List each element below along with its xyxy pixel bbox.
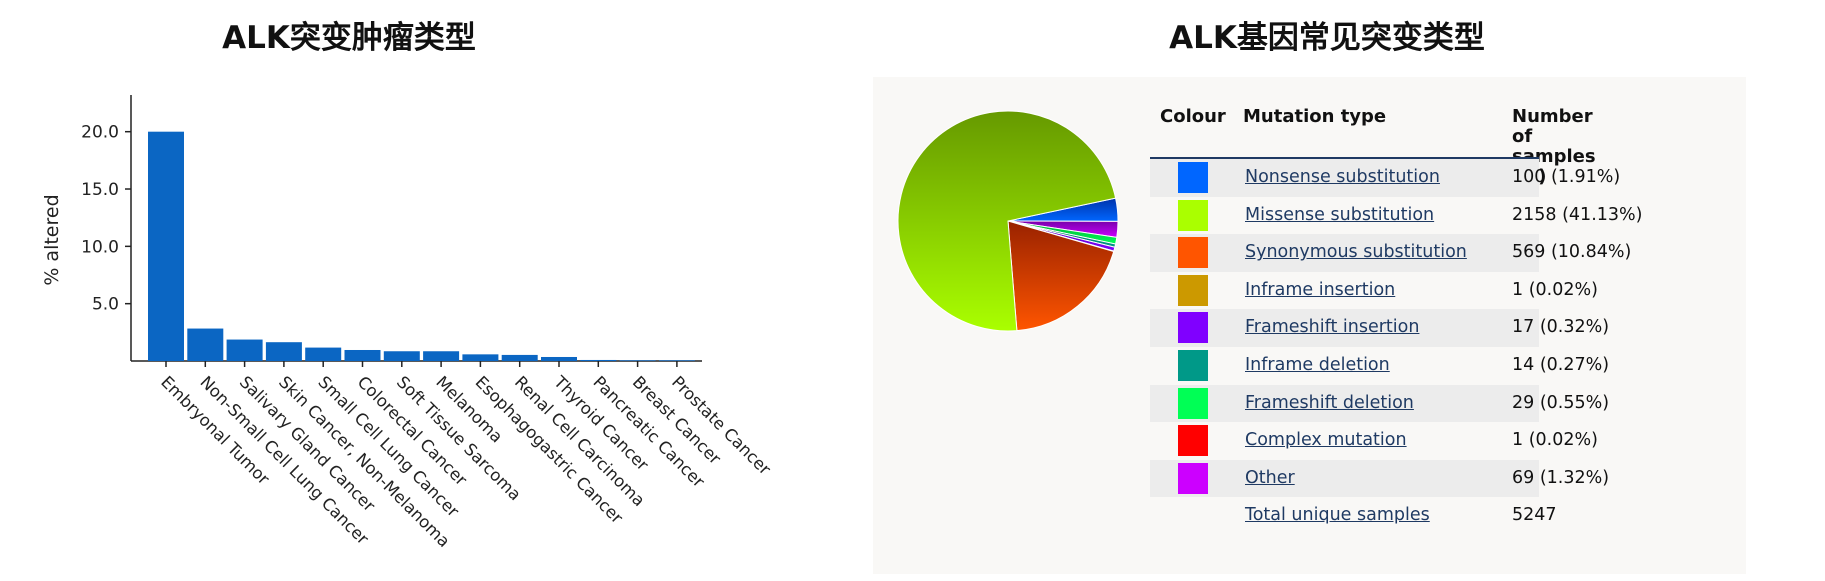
total-row: Total unique samples 5247 bbox=[1150, 497, 1557, 535]
table-row: Frameshift insertion 17 (0.32%) bbox=[1150, 309, 1609, 347]
total-value: 5247 bbox=[1512, 505, 1557, 526]
table-row: Synonymous substitution 569 (10.84%) bbox=[1150, 234, 1631, 272]
sample-count: 29 (0.55%) bbox=[1512, 392, 1610, 413]
colour-swatch bbox=[1178, 312, 1208, 344]
colour-swatch bbox=[1178, 350, 1208, 381]
table-row: Inframe deletion 14 (0.27%) bbox=[1150, 347, 1609, 385]
y-tick-label: 5.0 bbox=[92, 295, 119, 315]
header-mutation-type: Mutation type bbox=[1243, 106, 1387, 127]
sample-count: 1 (0.02%) bbox=[1512, 430, 1598, 451]
mutation-type-link[interactable]: Missense substitution bbox=[1245, 205, 1434, 225]
bar bbox=[580, 359, 617, 361]
colour-swatch bbox=[1178, 425, 1208, 457]
mutation-type-link[interactable]: Other bbox=[1245, 468, 1295, 488]
mutation-type-link[interactable]: Frameshift deletion bbox=[1245, 393, 1414, 413]
header-count-line1: Number of bbox=[1512, 106, 1593, 147]
y-tick-label: 10.0 bbox=[81, 237, 119, 257]
bar-chart: % altered 5.010.015.020.0Embryonal Tumor… bbox=[41, 95, 775, 551]
y-axis-label: % altered bbox=[41, 194, 63, 285]
pie-chart bbox=[897, 110, 1119, 332]
colour-swatch bbox=[1178, 462, 1208, 494]
bar bbox=[226, 339, 263, 361]
bar bbox=[658, 360, 695, 361]
mutation-type-link[interactable]: Frameshift insertion bbox=[1245, 317, 1419, 337]
sample-count: 17 (0.32%) bbox=[1512, 317, 1610, 338]
colour-swatch bbox=[1178, 274, 1208, 306]
bar bbox=[148, 131, 184, 361]
mutation-panel: Colour Mutation type Number ofsamples (%… bbox=[873, 77, 1746, 574]
mutation-type-link[interactable]: Synonymous substitution bbox=[1245, 242, 1467, 262]
sample-count: 100 (1.91%) bbox=[1512, 167, 1621, 187]
bar bbox=[423, 351, 460, 361]
table-row: Complex mutation 1 (0.02%) bbox=[1150, 422, 1598, 460]
colour-swatch bbox=[1178, 387, 1208, 419]
table-row: Other 69 (1.32%) bbox=[1150, 459, 1609, 498]
bar bbox=[619, 360, 656, 361]
figure: ALK突变肿瘤类型 ALK基因常见突变类型 % altered 5.0 10.0 1… bbox=[0, 0, 1825, 581]
bar bbox=[501, 354, 538, 361]
mutation-type-link[interactable]: Inframe insertion bbox=[1245, 280, 1395, 300]
table-row: Missense substitution 2158 (41.13%) bbox=[1150, 197, 1642, 235]
sample-count: 1 (0.02%) bbox=[1512, 279, 1598, 300]
pie-chart-title: ALK基因常见突变类型 bbox=[1169, 20, 1485, 56]
sample-count: 569 (10.84%) bbox=[1512, 242, 1632, 263]
total-unique-samples-link[interactable]: Total unique samples bbox=[1245, 505, 1430, 525]
bar bbox=[541, 356, 577, 361]
bar bbox=[462, 354, 499, 361]
sample-count: 2158 (41.13%) bbox=[1512, 204, 1643, 225]
table-row: Nonsense substitution 100 (1.91%) bbox=[1150, 159, 1620, 197]
mutation-type-link[interactable]: Inframe deletion bbox=[1245, 355, 1390, 375]
table-row: Frameshift deletion 29 (0.55%) bbox=[1150, 384, 1609, 423]
bar bbox=[383, 351, 420, 361]
bar bbox=[187, 328, 224, 361]
mutation-type-link[interactable]: Nonsense substitution bbox=[1245, 167, 1440, 187]
header-colour: Colour bbox=[1160, 106, 1226, 127]
colour-swatch bbox=[1178, 237, 1208, 269]
table-row: Inframe insertion 1 (0.02%) bbox=[1150, 272, 1598, 310]
sample-count: 69 (1.32%) bbox=[1512, 467, 1610, 488]
y-tick-label: 15.0 bbox=[81, 180, 119, 200]
mutation-type-link[interactable]: Complex mutation bbox=[1245, 430, 1407, 450]
colour-swatch bbox=[1178, 199, 1208, 231]
y-tick-label: 20.0 bbox=[81, 123, 119, 143]
bar bbox=[265, 342, 302, 361]
colour-swatch bbox=[1178, 162, 1208, 193]
bar bbox=[344, 349, 381, 361]
bar bbox=[305, 347, 342, 361]
sample-count: 14 (0.27%) bbox=[1512, 355, 1610, 375]
